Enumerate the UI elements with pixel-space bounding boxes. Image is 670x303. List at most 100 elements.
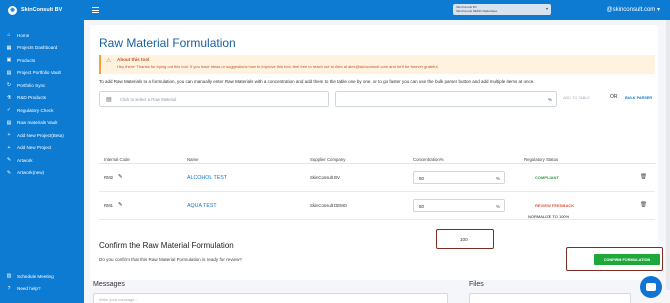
- artwork-icon: ✎: [6, 169, 12, 176]
- status-badge: REVIEW FEEDBACK: [535, 203, 575, 208]
- sidebar-item-label: Project Portfolio Vault: [17, 70, 61, 76]
- brand-name: SkinConsult BV: [21, 7, 63, 13]
- brand[interactable]: ◉ SkinConsult BV: [0, 5, 84, 15]
- sidebar-item-label: Need help?: [17, 286, 41, 292]
- vault-icon: ▤: [6, 69, 12, 76]
- sidebar-item-label: Artwork: [17, 157, 33, 163]
- scrollbar[interactable]: [666, 20, 670, 290]
- sidebar-item[interactable]: ✓ Regulatory Check: [0, 104, 84, 117]
- header-concentration: Concentration%: [413, 157, 444, 162]
- sidebar-item-label: Portfolio Sync: [17, 82, 46, 88]
- confirm-area: CONFIRM FORMULATION: [566, 247, 663, 271]
- confirm-heading: Confirm the Raw Material Formulation: [99, 241, 234, 250]
- row-concentration: 50: [419, 204, 425, 209]
- sidebar-item[interactable]: + Add New Project(Beta): [0, 129, 84, 142]
- row-concentration-input[interactable]: 50 %: [413, 199, 505, 212]
- dashboard-icon: ▦: [6, 44, 12, 51]
- row-concentration-input[interactable]: 50 %: [413, 171, 505, 184]
- formulation-card: Raw Material Formulation ⚠ About this to…: [90, 25, 663, 280]
- main-content: Raw Material Formulation ⚠ About this to…: [84, 20, 670, 303]
- intro-text: To add Raw Materials to a formulation, y…: [99, 79, 535, 84]
- warning-icon: ⚠: [106, 58, 112, 64]
- total-value: 100: [460, 237, 468, 242]
- sidebar-item[interactable]: ⌂ Home: [0, 29, 84, 42]
- row-supplier: SkinConsult BV: [310, 175, 340, 180]
- page-title: Raw Material Formulation: [99, 36, 236, 50]
- total-concentration: 100: [436, 229, 494, 249]
- sidebar-item[interactable]: ▦ Projects Dashboard: [0, 42, 84, 55]
- header-status: Regulatory Status: [524, 157, 559, 162]
- row-name[interactable]: AQUA TEST: [187, 203, 217, 209]
- about-body: Hey there! Thanks for trying out this to…: [117, 64, 439, 69]
- flask-icon: ⚗: [6, 94, 12, 101]
- sidebar-item-label: Projects Dashboard: [17, 45, 58, 51]
- sidebar-item[interactable]: ▥ Schedule Meeting: [0, 270, 84, 283]
- table-header: Internal Code Name Supplier Company Conc…: [99, 153, 655, 164]
- tenant-select[interactable]: SkinConsult BV SkinConsult DEMO Radarbas…: [453, 4, 551, 15]
- plus-icon: +: [7, 144, 11, 151]
- sidebar-item[interactable]: + Add New Project: [0, 142, 84, 155]
- sidebar-item-label: Raw materials Vault: [17, 120, 58, 126]
- sidebar-item-label: Products: [17, 57, 36, 63]
- calendar-icon: ▥: [6, 273, 12, 280]
- sidebar: ⌂ Home ▦ Projects Dashboard ▣ Products ▤ Projec…: [0, 20, 84, 303]
- vault-icon: ▤: [6, 119, 12, 126]
- status-badge: COMPLIANT: [535, 175, 559, 180]
- sidebar-item[interactable]: ✎ Artwork: [0, 154, 84, 167]
- table-row: RM2 ✎ ALCOHOL TEST SkinConsult BV 50 % C…: [99, 164, 655, 192]
- concentration-input[interactable]: %: [335, 91, 557, 107]
- trash-icon[interactable]: 🗑: [640, 202, 647, 208]
- menu-toggle-icon[interactable]: [92, 7, 99, 13]
- sidebar-item-label: Add New Project(Beta): [17, 132, 64, 138]
- calendar-list-icon: ▤: [106, 97, 112, 103]
- tenant-line2: SkinConsult DEMO Radarbase: [456, 9, 498, 13]
- sidebar-item-label: Add New Project: [17, 145, 52, 151]
- row-code: RM1: [104, 203, 114, 208]
- sidebar-item[interactable]: ▤ Raw materials Vault: [0, 117, 84, 130]
- sidebar-item[interactable]: ⚗ R&D Products: [0, 92, 84, 105]
- chevron-down-icon: ▾: [656, 7, 660, 13]
- sidebar-item[interactable]: ▣ Products: [0, 54, 84, 67]
- sidebar-item-label: Artwork(new): [17, 170, 45, 176]
- bulk-parser-button[interactable]: BULK PARSER: [625, 96, 652, 100]
- help-icon: ?: [7, 285, 11, 292]
- or-label: OR: [610, 94, 618, 100]
- about-notice: ⚠ About this tool Hey there! Thanks for …: [99, 55, 655, 74]
- row-code: RM2: [104, 175, 114, 180]
- pencil-icon[interactable]: ✎: [118, 174, 123, 180]
- sidebar-item-label: R&D Products: [17, 95, 47, 101]
- sync-icon: ↻: [6, 82, 12, 89]
- trash-icon[interactable]: 🗑: [640, 174, 647, 180]
- percent-symbol: %: [495, 204, 500, 209]
- sidebar-item-label: Home: [17, 32, 30, 38]
- message-placeholder: Write your message...: [99, 297, 138, 302]
- chevron-down-icon: ▾: [545, 6, 548, 11]
- raw-material-select[interactable]: ▤ Click to select a Raw Material: [99, 91, 329, 107]
- home-icon: ⌂: [7, 32, 11, 39]
- row-name[interactable]: ALCOHOL TEST: [187, 175, 227, 181]
- pencil-icon[interactable]: ✎: [118, 202, 123, 208]
- row-supplier: SkinConsult DEMO: [310, 203, 348, 208]
- chat-bubble-icon: [646, 283, 656, 291]
- select-placeholder: Click to select a Raw Material: [120, 97, 177, 102]
- chat-launcher[interactable]: [640, 276, 662, 298]
- artwork-icon: ✎: [6, 157, 12, 164]
- files-area[interactable]: [469, 293, 631, 303]
- confirm-formulation-button[interactable]: CONFIRM FORMULATION: [594, 254, 660, 265]
- percent-symbol: %: [547, 97, 552, 102]
- sidebar-item[interactable]: ? Need help?: [0, 283, 84, 296]
- user-menu[interactable]: @skinconsult.com ▾: [607, 6, 660, 13]
- check-icon: ✓: [6, 107, 12, 114]
- table-row: RM1 ✎ AQUA TEST SkinConsult DEMO 50 % RE…: [99, 192, 655, 220]
- sidebar-item[interactable]: ▤ Project Portfolio Vault: [0, 67, 84, 80]
- percent-symbol: %: [495, 176, 500, 181]
- message-input[interactable]: Write your message...: [93, 293, 448, 303]
- sidebar-item-label: Regulatory Check: [17, 107, 54, 113]
- sidebar-item[interactable]: ✎ Artwork(new): [0, 167, 84, 180]
- sidebar-item-label: Schedule Meeting: [17, 273, 54, 279]
- sidebar-item[interactable]: ↻ Portfolio Sync: [0, 79, 84, 92]
- add-to-table-button[interactable]: ADD TO TABLE: [563, 96, 590, 100]
- normalize-button[interactable]: NORMALIZE TO 100%: [528, 214, 569, 219]
- header-supplier: Supplier Company: [310, 157, 346, 162]
- plus-icon: +: [7, 132, 11, 139]
